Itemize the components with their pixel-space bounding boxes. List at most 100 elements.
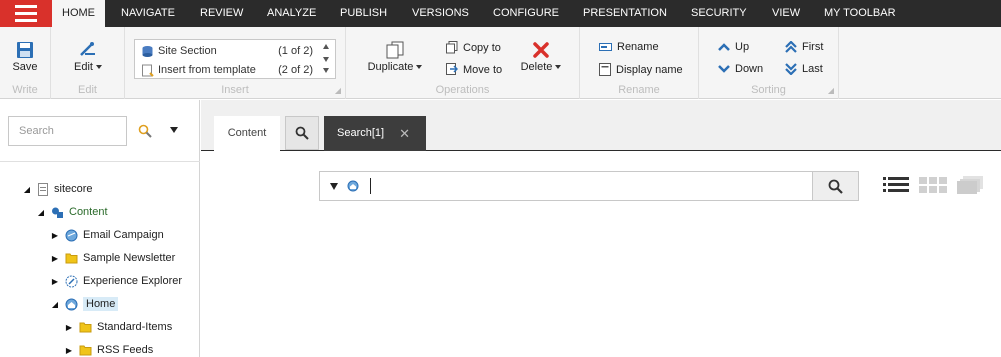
rename-button[interactable]: Rename (599, 41, 659, 53)
globe-icon (347, 180, 359, 192)
tree-node-home[interactable]: ◢ Home (50, 295, 119, 313)
tab-content[interactable]: Content (214, 116, 280, 151)
site-section-count: (1 of 2) (278, 45, 313, 57)
sort-up-button[interactable]: Up (718, 41, 749, 53)
operations-group-label: Operations (435, 84, 490, 96)
expand-icon[interactable]: ▶ (50, 231, 60, 240)
tab-view[interactable]: VIEW (762, 0, 810, 27)
display-name-button[interactable]: Display name (599, 63, 683, 76)
tree-node-standard-items[interactable]: ▶ Standard-Items (64, 318, 172, 336)
delete-button[interactable]: Delete (518, 41, 564, 73)
move-to-button[interactable]: Move to (446, 63, 502, 76)
search-icon (828, 179, 843, 194)
expand-icon[interactable]: ▶ (64, 323, 74, 332)
from-template-count: (2 of 2) (278, 64, 313, 76)
tab-versions[interactable]: VERSIONS (402, 0, 479, 27)
rename-group-label: Rename (618, 84, 660, 96)
tab-search-results[interactable]: Search[1] ✕ (324, 116, 426, 151)
tree-node-label: RSS Feeds (97, 344, 154, 356)
edit-button[interactable]: Edit (71, 41, 105, 73)
sort-last-button[interactable]: Last (785, 63, 823, 75)
grid-view-icon[interactable] (919, 176, 947, 194)
tree-search-bar (0, 100, 200, 162)
operations-group: Duplicate Copy to Move to Delete Operati… (346, 27, 580, 99)
search-icon (295, 126, 309, 140)
sort-first-label: First (802, 41, 824, 53)
chevron-down-icon (718, 65, 730, 73)
tab-configure[interactable]: CONFIGURE (483, 0, 569, 27)
tab-home[interactable]: HOME (52, 0, 105, 27)
close-icon[interactable]: ✕ (399, 116, 410, 151)
scroll-down-icon[interactable] (323, 57, 329, 62)
folder-icon (79, 345, 92, 356)
tree-node-label: Content (69, 206, 108, 218)
dialog-launcher-icon[interactable]: ◢ (828, 86, 834, 95)
tree-node-label: sitecore (54, 183, 93, 195)
search-query-box[interactable] (319, 171, 859, 201)
expand-list-icon[interactable] (323, 68, 329, 73)
sorting-group-label: Sorting (751, 84, 786, 96)
insert-option-site-section[interactable]: Site Section (1 of 2) (141, 42, 313, 60)
tree-node-experience-explorer[interactable]: ▶ Experience Explorer (50, 272, 182, 290)
tab-publish[interactable]: PUBLISH (330, 0, 397, 27)
tab-review[interactable]: REVIEW (190, 0, 253, 27)
save-button[interactable]: Save (8, 41, 42, 73)
tree-node-sample-newsletter[interactable]: ▶ Sample Newsletter (50, 249, 175, 267)
folder-icon (79, 322, 92, 333)
result-view-toggles (883, 176, 983, 194)
search-filter-dropdown-icon[interactable] (330, 183, 338, 190)
site-section-label: Site Section (158, 45, 217, 57)
write-group: Save Write (0, 27, 51, 99)
dialog-launcher-icon[interactable]: ◢ (335, 86, 341, 95)
tree-search-input[interactable] (8, 116, 127, 146)
delete-icon (533, 42, 549, 58)
tree-node-content[interactable]: ◢ Content (36, 203, 108, 221)
insert-group-label: Insert (221, 84, 249, 96)
rename-label: Rename (617, 41, 659, 53)
text-cursor (370, 178, 371, 194)
edit-icon (80, 42, 95, 56)
tab-presentation[interactable]: PRESENTATION (573, 0, 677, 27)
collapse-icon[interactable]: ◢ (50, 300, 60, 309)
scroll-up-icon[interactable] (323, 44, 329, 49)
tab-my-toolbar[interactable]: MY TOOLBAR (814, 0, 906, 27)
sorting-group: Up Down First Last Sorting ◢ (699, 27, 839, 99)
slideshow-view-icon[interactable] (957, 176, 983, 194)
tree-node-label: Experience Explorer (83, 275, 183, 287)
tab-analyze[interactable]: ANALYZE (257, 0, 326, 27)
display-name-label: Display name (616, 63, 683, 76)
tree-node-email-campaign[interactable]: ▶ Email Campaign (50, 226, 164, 244)
insert-option-from-template[interactable]: Insert from template (2 of 2) (141, 61, 313, 79)
tree-node-label: Home (83, 297, 119, 311)
expand-icon[interactable]: ▶ (64, 346, 74, 355)
copy-to-button[interactable]: Copy to (446, 41, 501, 54)
sort-down-button[interactable]: Down (718, 63, 763, 75)
expand-icon[interactable]: ▶ (50, 254, 60, 263)
collapse-icon[interactable]: ◢ (36, 208, 46, 217)
save-icon (17, 42, 33, 58)
main-menu-bar: HOME NAVIGATE REVIEW ANALYZE PUBLISH VER… (0, 0, 1001, 27)
list-view-icon[interactable] (883, 176, 909, 194)
folder-icon (65, 253, 78, 264)
search-options-dropdown-icon[interactable] (170, 127, 178, 133)
search-icon[interactable] (138, 124, 152, 138)
sort-first-button[interactable]: First (785, 41, 823, 53)
duplicate-button[interactable]: Duplicate (366, 41, 424, 73)
expand-icon[interactable]: ▶ (50, 277, 60, 286)
tree-node-sitecore[interactable]: ◢ sitecore (22, 180, 93, 198)
chevron-down-icon (95, 65, 102, 70)
tab-security[interactable]: SECURITY (681, 0, 757, 27)
compass-icon (65, 275, 78, 287)
edit-group: Edit Edit (51, 27, 125, 99)
from-template-label: Insert from template (158, 64, 256, 76)
hamburger-menu-icon[interactable] (0, 0, 52, 27)
edit-group-label: Edit (78, 84, 97, 96)
search-submit-button[interactable] (812, 172, 858, 200)
sort-last-label: Last (802, 63, 823, 75)
email-campaign-icon (65, 229, 78, 241)
open-search-tab-button[interactable] (285, 116, 319, 150)
tab-navigate[interactable]: NAVIGATE (111, 0, 185, 27)
tree-node-rss-feeds[interactable]: ▶ RSS Feeds (64, 341, 153, 357)
collapse-icon[interactable]: ◢ (22, 185, 32, 194)
chevron-up-icon (718, 43, 730, 51)
